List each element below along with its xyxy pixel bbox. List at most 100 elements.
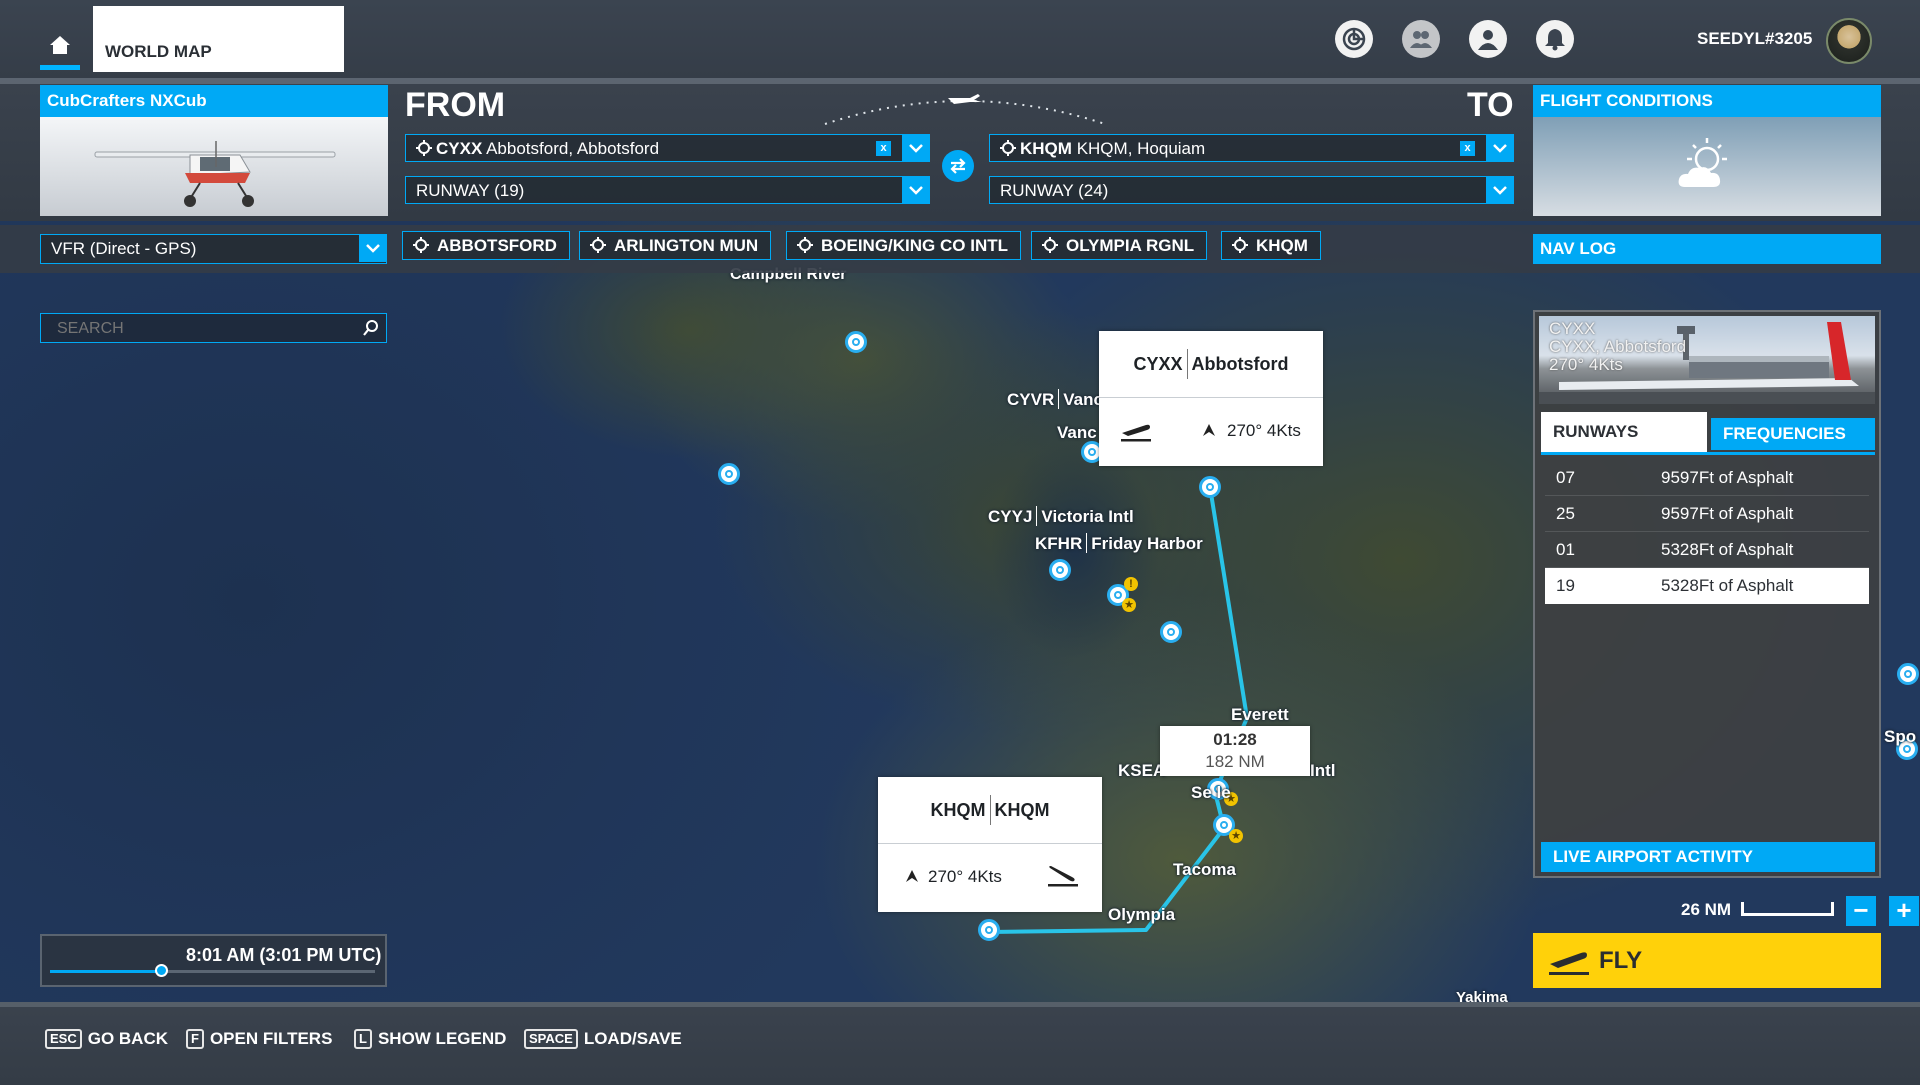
profile-icon[interactable]	[1469, 20, 1507, 58]
active-tab-indicator	[40, 65, 80, 70]
airport-photo: CYXX CYXX, Abbotsford 270° 4Kts	[1539, 316, 1875, 404]
waypoint-olympia[interactable]: OLYMPIA RGNL	[1031, 231, 1208, 260]
map-label-tacoma: Tacoma	[1173, 860, 1236, 879]
zoom-in-button[interactable]: +	[1889, 896, 1919, 926]
world-map-tab[interactable]: WORLD MAP	[93, 6, 344, 72]
search-field[interactable]	[40, 313, 387, 343]
label-divider	[1058, 389, 1060, 409]
dest-popup-wind: 270° 4Kts	[928, 867, 1002, 886]
runway-description: 5328Ft of Asphalt	[1661, 576, 1794, 595]
arrival-airport-field[interactable]: KHQM KHQM, Hoquiam x	[989, 134, 1514, 162]
hint-label: OPEN FILTERS	[209, 1029, 333, 1048]
wind-icon	[906, 870, 918, 882]
airport-pin[interactable]	[1897, 663, 1919, 685]
poi-star-icon[interactable]: !	[1124, 577, 1138, 591]
arrival-runway-select[interactable]: RUNWAY (24)	[989, 176, 1514, 204]
airport-marker-icon	[590, 237, 606, 253]
airport-marker-icon	[413, 237, 429, 253]
popup-header: KHQM KHQM	[878, 777, 1102, 844]
waypoint-abbotsford[interactable]: ABBOTSFORD	[402, 231, 570, 260]
from-label: FROM	[405, 86, 506, 124]
popup-details: 270° 4Kts	[878, 844, 1102, 910]
home-tab[interactable]	[40, 30, 80, 70]
tab-underline	[1541, 452, 1875, 455]
airport-pin[interactable]	[1049, 559, 1071, 581]
runway-row-selected[interactable]: 19 5328Ft of Asphalt	[1545, 568, 1869, 604]
arrival-name: KHQM, Hoquiam	[1076, 139, 1206, 158]
swap-icon	[950, 158, 966, 174]
chevron-down-icon[interactable]	[902, 176, 930, 204]
wind-icon	[1203, 424, 1215, 436]
tab-frequencies[interactable]: FREQUENCIES	[1711, 418, 1875, 450]
waypoint-arlington[interactable]: ARLINGTON MUN	[579, 231, 772, 260]
go-back-hint[interactable]: ESC GO BACK	[45, 1029, 168, 1049]
waypoint-khqm[interactable]: KHQM	[1221, 231, 1321, 260]
chevron-down-icon[interactable]	[1486, 176, 1514, 204]
origin-airport-popup[interactable]: CYXX Abbotsford 270° 4Kts	[1099, 331, 1323, 466]
airport-pin-destination[interactable]	[978, 919, 1000, 941]
chevron-down-icon[interactable]	[359, 234, 387, 262]
clear-arrival-button[interactable]: x	[1460, 141, 1475, 156]
landing-icon	[1048, 866, 1078, 887]
show-legend-hint[interactable]: L SHOW LEGEND	[354, 1029, 506, 1049]
load-save-hint[interactable]: SPACE LOAD/SAVE	[524, 1029, 682, 1049]
runway-row[interactable]: 01 5328Ft of Asphalt	[1545, 532, 1869, 568]
map-label-seattle: Se le	[1191, 783, 1231, 802]
map-label-spokane: Spo	[1884, 727, 1917, 746]
departure-airport-field[interactable]: CYXX Abbotsford, Abbotsford x	[405, 134, 930, 162]
departure-runway-select[interactable]: RUNWAY (19)	[405, 176, 930, 204]
fly-button[interactable]: FLY	[1533, 933, 1881, 988]
flight-arc-decoration	[824, 94, 1106, 125]
rankings-icon[interactable]	[1335, 20, 1373, 58]
clear-departure-button[interactable]: x	[876, 141, 891, 156]
popup-details: 270° 4Kts	[1099, 398, 1323, 464]
zoom-out-button[interactable]: −	[1846, 896, 1876, 926]
nav-log-button[interactable]: NAV LOG	[1533, 234, 1881, 264]
search-icon[interactable]	[362, 319, 380, 337]
username[interactable]: SEEDYL#3205	[1697, 29, 1812, 49]
tab-runways[interactable]: RUNWAYS	[1541, 412, 1707, 452]
flight-conditions-image	[1533, 117, 1881, 216]
airport-pin-origin[interactable]	[1199, 476, 1221, 498]
poi-star-icon[interactable]: ★	[1229, 829, 1243, 843]
waypoint-label: ABBOTSFORD	[437, 236, 557, 255]
live-airport-activity-button[interactable]: LIVE AIRPORT ACTIVITY	[1541, 842, 1875, 872]
flight-conditions-title: FLIGHT CONDITIONS	[1533, 85, 1881, 117]
route-summary: 01:28 182 NM	[1160, 726, 1310, 776]
avatar[interactable]	[1826, 18, 1872, 64]
flight-plan-type-select[interactable]: VFR (Direct - GPS)	[40, 234, 387, 264]
aircraft-card[interactable]: CubCrafters NXCub	[40, 85, 388, 216]
friends-icon[interactable]	[1402, 20, 1440, 58]
destination-airport-popup[interactable]: KHQM KHQM 270° 4Kts	[878, 777, 1102, 912]
kfhr-code: KFHR	[1035, 534, 1083, 553]
runway-number: 01	[1556, 540, 1575, 559]
time-slider[interactable]	[50, 964, 375, 977]
key-badge: ESC	[45, 1029, 82, 1049]
swap-route-button[interactable]	[942, 150, 974, 182]
runway-row[interactable]: 07 9597Ft of Asphalt	[1545, 460, 1869, 496]
airport-pin[interactable]	[718, 463, 740, 485]
origin-popup-wind: 270° 4Kts	[1227, 421, 1301, 440]
key-badge: L	[354, 1029, 372, 1049]
waypoint-boeing-king-co[interactable]: BOEING/KING CO INTL	[786, 231, 1021, 260]
notifications-icon[interactable]	[1536, 20, 1574, 58]
route-time: 01:28	[1213, 730, 1257, 749]
time-slider-handle[interactable]	[154, 964, 168, 977]
airport-pin[interactable]	[1160, 621, 1182, 643]
runway-number: 07	[1556, 468, 1575, 487]
hint-label: SHOW LEGEND	[377, 1029, 507, 1048]
popup-header: CYXX Abbotsford	[1099, 331, 1323, 398]
chevron-down-icon[interactable]	[1486, 134, 1514, 162]
airport-marker-icon	[1232, 237, 1248, 253]
map-label-kfhr: KFHR Friday Harbor	[1035, 533, 1203, 554]
chevron-down-icon[interactable]	[902, 134, 930, 162]
airport-pin[interactable]	[845, 331, 867, 353]
departure-runway-value: RUNWAY (19)	[416, 181, 525, 200]
runway-row[interactable]: 25 9597Ft of Asphalt	[1545, 496, 1869, 532]
poi-star-icon[interactable]: ★	[1122, 598, 1136, 612]
runway-description: 9597Ft of Asphalt	[1661, 468, 1794, 487]
search-input[interactable]	[55, 319, 349, 339]
open-filters-hint[interactable]: F OPEN FILTERS	[186, 1029, 332, 1049]
airport-marker-icon	[1042, 237, 1058, 253]
flight-conditions-card[interactable]: FLIGHT CONDITIONS	[1533, 85, 1881, 216]
